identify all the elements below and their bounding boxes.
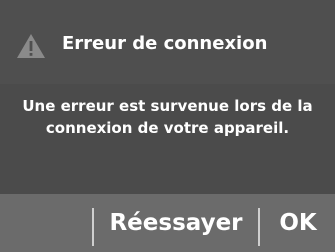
warning-icon bbox=[17, 34, 45, 58]
button-divider bbox=[92, 208, 94, 246]
dialog-message-line-1: Une erreur est survenue lors de la bbox=[22, 97, 313, 115]
retry-button[interactable]: Réessayer bbox=[95, 194, 257, 252]
dialog-title: Erreur de connexion bbox=[62, 33, 268, 54]
ok-button[interactable]: OK bbox=[261, 194, 335, 252]
dialog-button-bar: Réessayer OK bbox=[0, 194, 335, 252]
dialog-message-line-2: connexion de votre appareil. bbox=[45, 119, 290, 137]
dialog-message: Une erreur est survenue lors de la conne… bbox=[0, 95, 335, 139]
error-dialog: Erreur de connexion Une erreur est surve… bbox=[0, 0, 335, 252]
button-divider bbox=[258, 208, 260, 246]
dialog-header: Erreur de connexion bbox=[0, 0, 335, 84]
